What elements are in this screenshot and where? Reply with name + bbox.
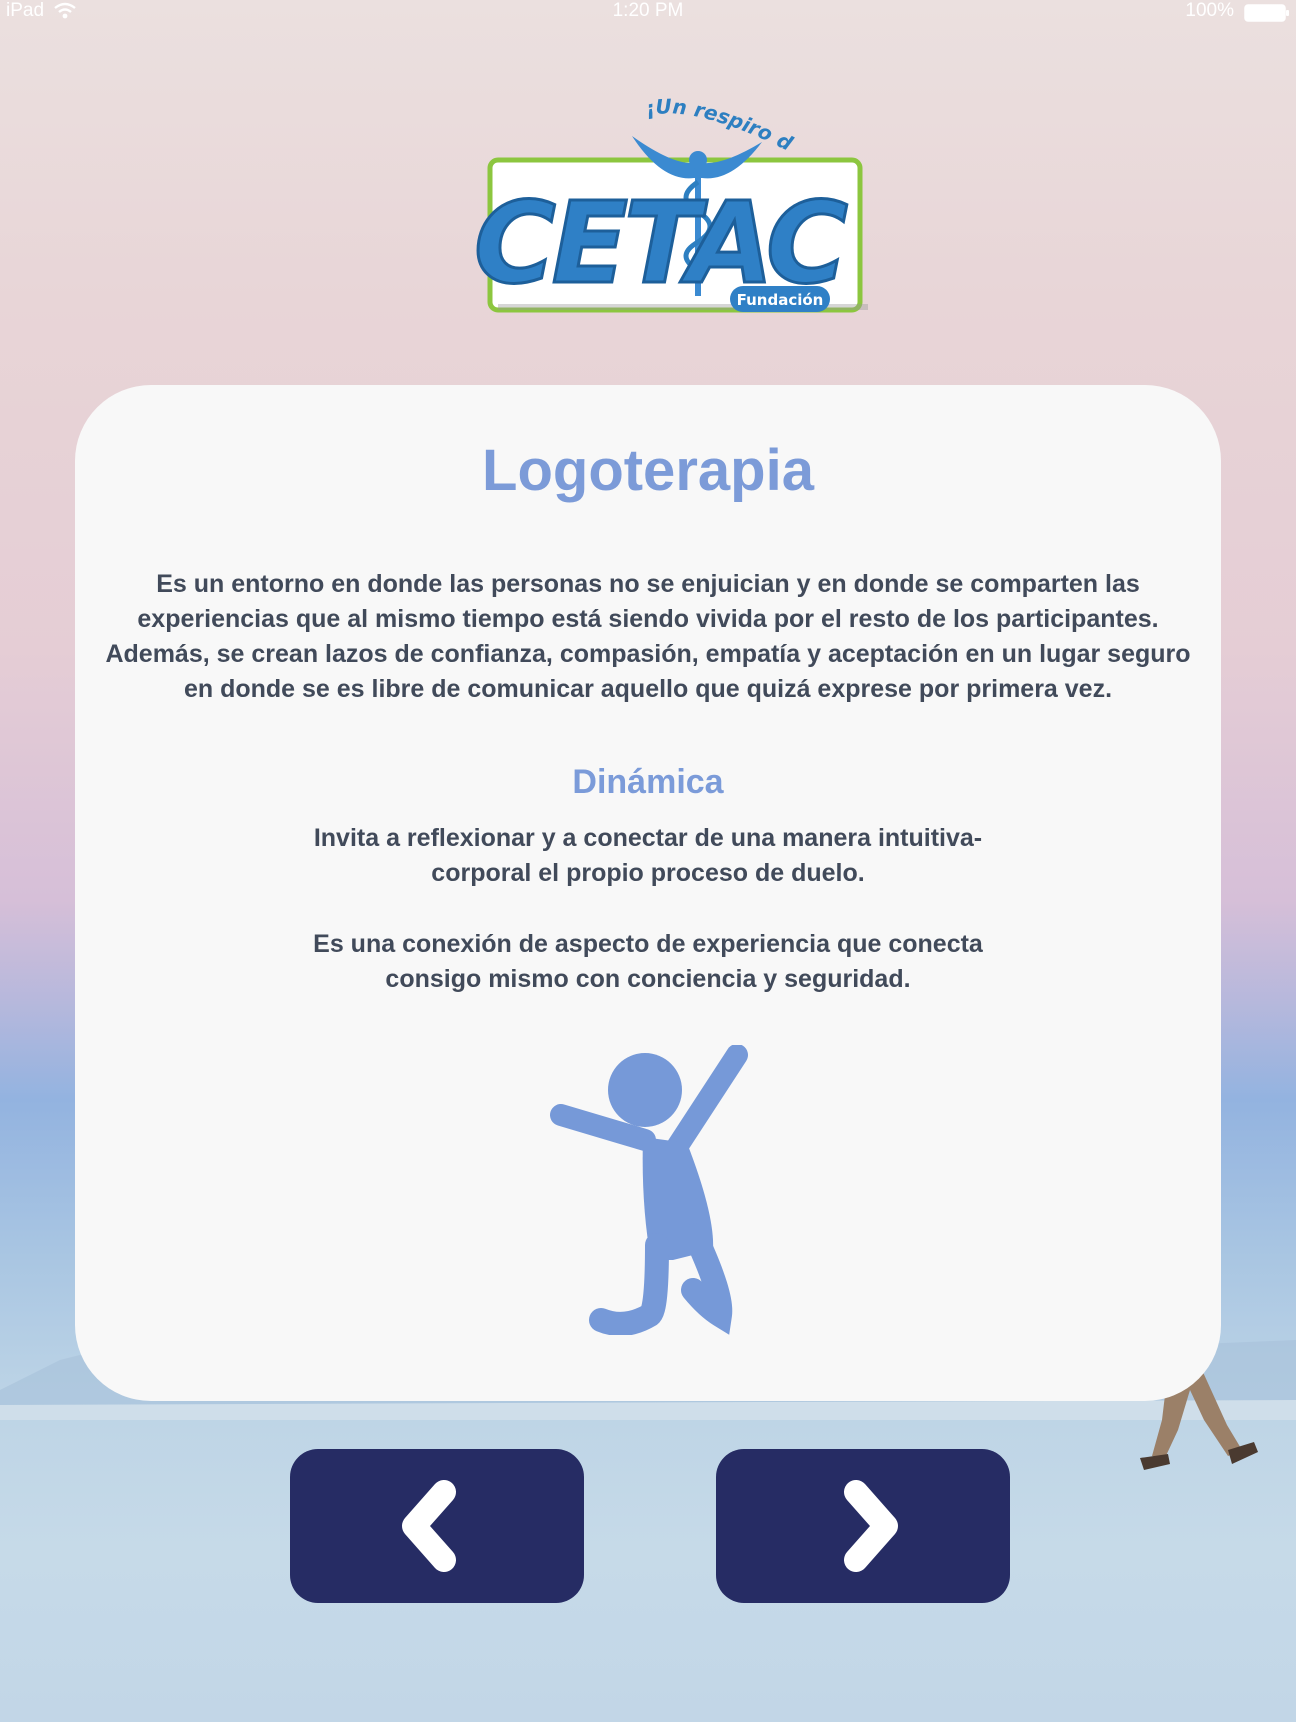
intro-paragraph: Es un entorno en donde las personas no s… bbox=[75, 567, 1221, 707]
dynamic-line: Es una conexión de aspecto de experienci… bbox=[313, 930, 983, 958]
previous-button[interactable] bbox=[290, 1449, 584, 1603]
next-button[interactable] bbox=[716, 1449, 1010, 1603]
status-battery-percent: 100% bbox=[1185, 0, 1234, 21]
cetac-logo: ¡Un respiro de vida! CETAC Fundación bbox=[462, 86, 868, 313]
intro-line: en donde se es libre de comunicar aquell… bbox=[183, 675, 1113, 703]
battery-icon bbox=[1244, 4, 1289, 22]
page-title: Logoterapia bbox=[482, 438, 814, 503]
intro-line: Es un entorno en donde las personas no s… bbox=[156, 570, 1140, 598]
intro-line: experiencias que al mismo tiempo está si… bbox=[137, 605, 1159, 633]
intro-line: Además, se crean lazos de confianza, com… bbox=[105, 640, 1191, 668]
dynamic-line: consigo mismo con conciencia y seguridad… bbox=[385, 965, 911, 993]
status-time: 1:20 PM bbox=[612, 0, 684, 21]
dynamic-line: Invita a reflexionar y a conectar de una… bbox=[313, 824, 983, 852]
status-bar: iPad 1:20 PM 100% bbox=[0, 0, 1296, 24]
content-card: Logoterapia Es un entorno en donde las p… bbox=[75, 385, 1221, 1401]
dynamic-line: corporal el propio proceso de duelo. bbox=[431, 859, 865, 887]
section-subtitle: Dinámica bbox=[572, 763, 724, 801]
svg-text:Fundación: Fundación bbox=[737, 291, 824, 309]
jumping-person-icon bbox=[550, 1045, 748, 1335]
chevron-left-icon bbox=[402, 1480, 456, 1572]
dynamic-paragraph-2: Es una conexión de aspecto de experienci… bbox=[75, 927, 1221, 997]
svg-text:¡Un respiro de vida!: ¡Un respiro de vida! bbox=[462, 86, 797, 156]
chevron-right-icon bbox=[844, 1480, 898, 1572]
dynamic-paragraph-1: Invita a reflexionar y a conectar de una… bbox=[75, 821, 1221, 891]
